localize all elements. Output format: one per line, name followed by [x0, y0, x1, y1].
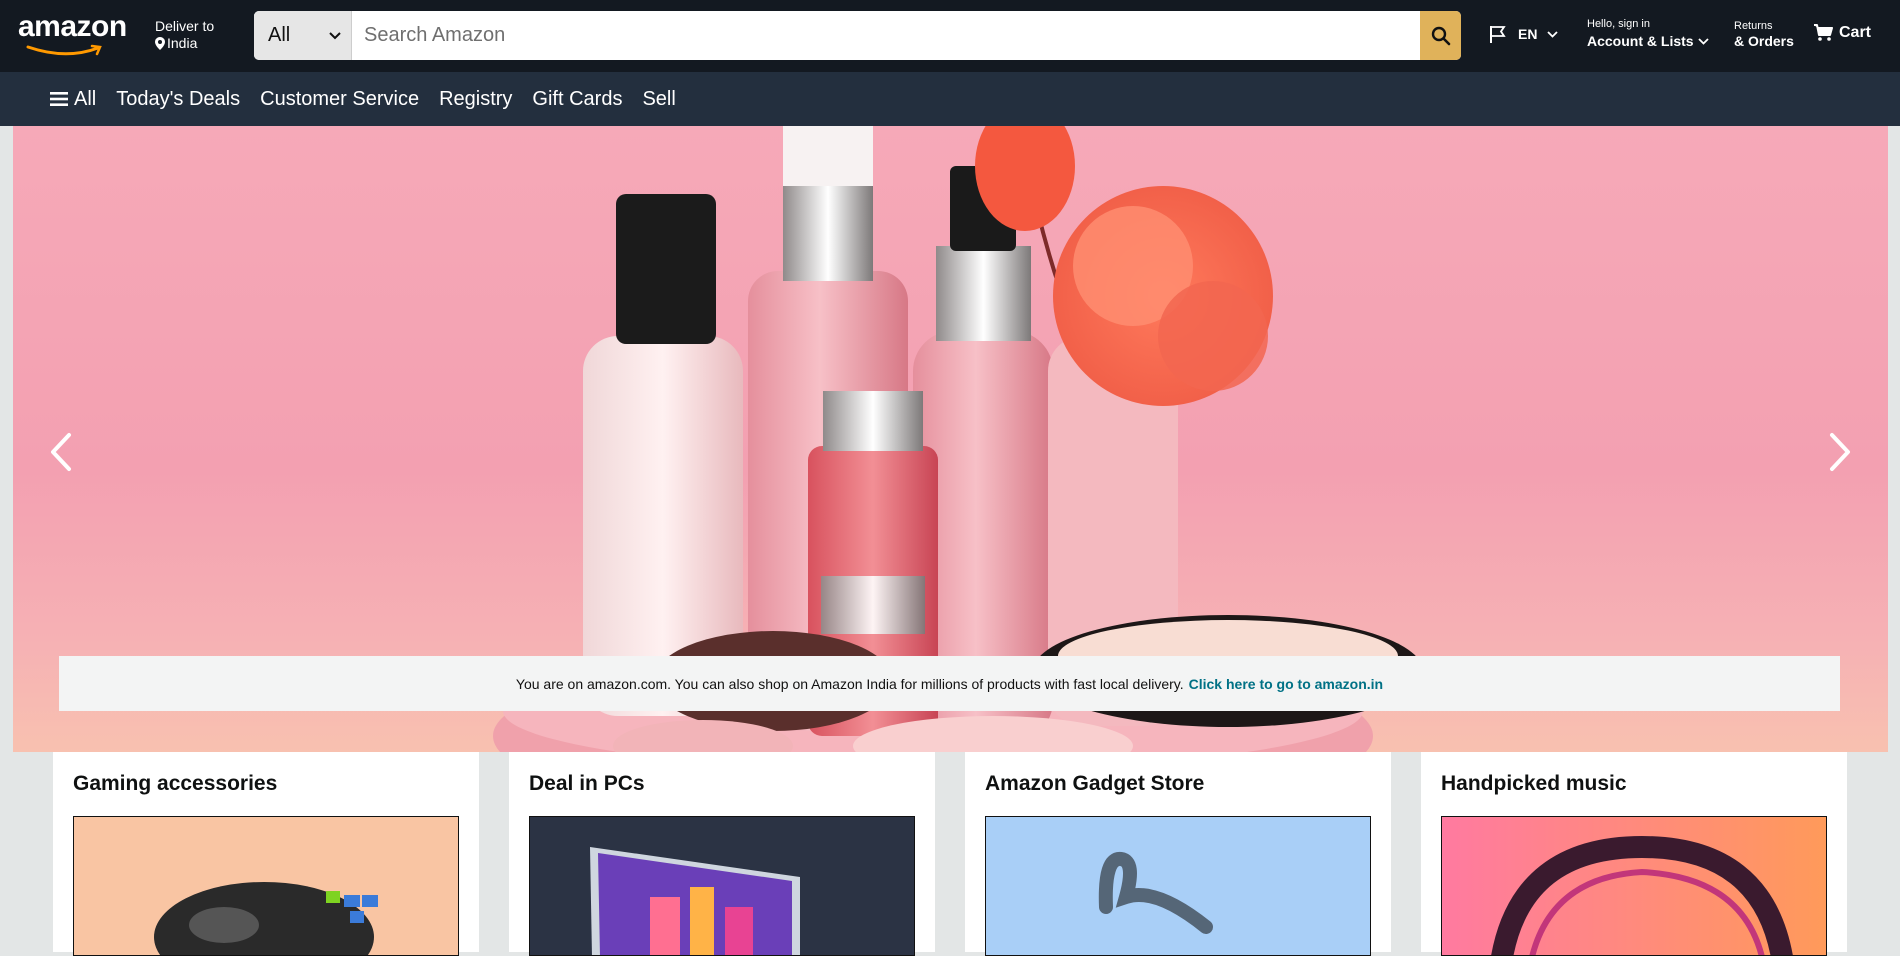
returns-label: Returns [1734, 20, 1773, 32]
go-to-amazon-in-link[interactable]: Click here to go to amazon.in [1189, 676, 1383, 692]
nav-item-label: All [74, 87, 97, 110]
language-code: EN [1518, 26, 1538, 42]
gaming-accessories-image[interactable] [73, 816, 459, 956]
account-greeting: Hello, sign in [1587, 18, 1650, 30]
secondary-navigation: All Today's Deals Customer Service Regis… [0, 72, 1900, 126]
category-card-deal-in-pcs: Deal in PCs [509, 752, 935, 956]
card-title[interactable]: Gaming accessories [73, 772, 459, 796]
account-label: Account & Lists [1587, 33, 1694, 49]
headphones-image [1491, 835, 1793, 955]
nav-item-todays-deals[interactable]: Today's Deals [116, 88, 240, 111]
account-and-lists[interactable]: Hello, sign in Account & Lists [1587, 18, 1709, 49]
nav-item-sell[interactable]: Sell [642, 88, 675, 111]
carousel-previous-button[interactable] [41, 422, 81, 482]
hamburger-menu-icon [50, 92, 68, 106]
cart-icon [1814, 24, 1833, 41]
category-card-handpicked-music: Handpicked music [1421, 752, 1847, 956]
language-selector[interactable]: EN [1488, 24, 1559, 44]
cart-button[interactable]: Cart [1813, 24, 1871, 42]
carousel-next-button[interactable] [1820, 422, 1860, 482]
top-navigation-bar: amazon Deliver to India All Search Amazo… [0, 0, 1900, 72]
monitor-image [590, 847, 800, 955]
flag-icon [1490, 26, 1506, 43]
search-category-select[interactable]: All [254, 11, 352, 60]
nav-item-registry[interactable]: Registry [439, 88, 512, 111]
orders-label: & Orders [1734, 33, 1794, 49]
cart-label: Cart [1839, 24, 1872, 41]
search-icon [1431, 26, 1450, 45]
notice-text: You are on amazon.com. You can also shop… [515, 675, 1184, 692]
nav-item-all[interactable]: All [50, 88, 96, 111]
search-bar: All [254, 11, 1461, 60]
category-card-amazon-gadget-store: Amazon Gadget Store [965, 752, 1391, 956]
deliver-country: India [155, 35, 214, 51]
handpicked-music-image[interactable] [1441, 816, 1827, 956]
account-label-wrap: Account & Lists [1587, 33, 1709, 49]
deliver-country-text: India [167, 35, 198, 51]
deliver-to-location[interactable]: Deliver to India [155, 18, 214, 51]
gadget-cable-image [1098, 852, 1213, 934]
nav-item-customer-service[interactable]: Customer Service [260, 88, 419, 111]
search-button[interactable] [1420, 11, 1461, 60]
nav-item-gift-cards[interactable]: Gift Cards [532, 88, 622, 111]
logo-smile-icon [26, 44, 102, 56]
location-pin-icon [155, 36, 165, 50]
amazon-logo[interactable]: amazon [18, 10, 128, 58]
category-card-gaming-accessories: Gaming accessories [53, 752, 479, 956]
chevron-down-icon [1547, 30, 1559, 38]
logo-text: amazon [18, 10, 127, 43]
card-title[interactable]: Handpicked music [1441, 772, 1827, 796]
card-title[interactable]: Amazon Gadget Store [985, 772, 1371, 796]
returns-and-orders[interactable]: Returns & Orders [1734, 20, 1794, 49]
deliver-label: Deliver to [155, 18, 215, 34]
international-shopping-notice: You are on amazon.com. You can also shop… [59, 656, 1840, 711]
card-title[interactable]: Deal in PCs [529, 772, 915, 796]
chevron-down-icon [329, 31, 341, 39]
gaming-controller-image [154, 882, 378, 955]
chevron-left-icon [51, 433, 71, 471]
gadget-store-image[interactable] [985, 816, 1371, 956]
chevron-down-icon [1697, 37, 1709, 45]
hero-carousel: You are on amazon.com. You can also shop… [13, 126, 1888, 752]
search-category-value: All [268, 24, 291, 46]
search-input[interactable] [352, 11, 1420, 60]
chevron-right-icon [1830, 433, 1850, 471]
deal-in-pcs-image[interactable] [529, 816, 915, 956]
